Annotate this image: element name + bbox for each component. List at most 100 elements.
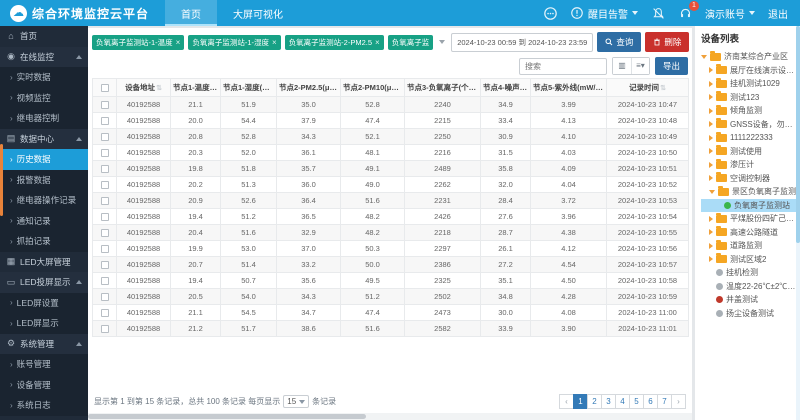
panel-scrollbar[interactable] [796, 26, 800, 420]
chevron-right-icon[interactable] [709, 243, 713, 249]
page-button[interactable]: 6 [643, 394, 658, 409]
tree-node[interactable]: 井盖测试 [701, 293, 798, 307]
column-header[interactable]: 节点4-噪声(dB)⇅ [481, 79, 531, 97]
tree-node[interactable]: 空调控制器 [701, 172, 798, 186]
tree-node[interactable]: 测试区域2 [701, 253, 798, 267]
tree-node[interactable]: 扬尘设备测试 [701, 307, 798, 321]
chevron-right-icon[interactable] [709, 175, 713, 181]
sidebar-item[interactable]: ▦LED大屏管理 [0, 252, 88, 273]
chevron-right-icon[interactable] [709, 229, 713, 235]
row-checkbox[interactable] [101, 309, 109, 317]
tree-node[interactable]: 负氧离子监测站 [701, 199, 798, 213]
row-checkbox[interactable] [101, 277, 109, 285]
sort-icon[interactable]: ⇅ [156, 85, 162, 92]
page-button[interactable]: 1 [573, 394, 588, 409]
tree-node[interactable]: 温度22-26℃±2℃湿度45 [701, 280, 798, 294]
tree-node[interactable]: 1111222333 [701, 131, 798, 145]
chevron-right-icon[interactable] [709, 135, 713, 141]
topbar-nav-item[interactable]: 首页 [165, 0, 217, 26]
tree-node[interactable]: GNSS设备，勿动勿改 [701, 118, 798, 132]
column-header[interactable]: 节点1-温度(℃)⇅ [171, 79, 221, 97]
sidebar-item[interactable]: ▭LED投屏显示 [0, 272, 88, 293]
sidebar-item[interactable]: ▤数据中心 [0, 129, 88, 150]
filter-tag[interactable]: 负氧离子监测站-1-湿度× [188, 35, 280, 50]
sidebar-item[interactable]: ›设备管理 [0, 375, 88, 396]
page-button[interactable]: 3 [601, 394, 616, 409]
message-icon[interactable] [543, 6, 557, 20]
column-header[interactable]: 设备地址⇅ [117, 79, 171, 97]
tree-node[interactable]: 挂机测试1029 [701, 77, 798, 91]
query-button[interactable]: 查询 [597, 32, 641, 52]
sidebar-item[interactable]: ›视频监控 [0, 88, 88, 109]
chevron-right-icon[interactable] [709, 67, 713, 73]
sidebar-item[interactable]: ◉在线监控 [0, 47, 88, 68]
chevron-right-icon[interactable] [709, 81, 713, 87]
tree-node[interactable]: 平煤股份四矿己15-3101( [701, 212, 798, 226]
sidebar-item[interactable]: ›账号管理 [0, 354, 88, 375]
sidebar-item[interactable]: ›LED屏设置 [0, 293, 88, 314]
row-checkbox[interactable] [101, 197, 109, 205]
remove-tag-icon[interactable]: × [272, 38, 277, 47]
row-checkbox[interactable] [101, 165, 109, 173]
filter-tag[interactable]: 负氧离子监测站-2-PM2.5× [285, 35, 384, 50]
sidebar-item[interactable]: ⌂首页 [0, 26, 88, 47]
sidebar-item[interactable]: ›继电器操作记录 [0, 190, 88, 211]
logout-button[interactable]: 退出 [768, 6, 788, 21]
headset-icon[interactable]: 1 [678, 6, 692, 20]
column-header[interactable]: 节点2-PM2.5(μg/m³)⇅ [277, 79, 341, 97]
row-checkbox[interactable] [101, 325, 109, 333]
page-button[interactable]: 4 [615, 394, 630, 409]
row-checkbox[interactable] [101, 181, 109, 189]
column-header[interactable]: 节点3-负氧离子(个/cm³)⇅ [405, 79, 481, 97]
sidebar-item[interactable]: ›报警数据 [0, 170, 88, 191]
chevron-right-icon[interactable] [709, 256, 713, 262]
sidebar-item[interactable]: ›LED屏显示 [0, 313, 88, 334]
sidebar-item[interactable]: ›抓拍记录 [0, 231, 88, 252]
search-input[interactable] [519, 58, 607, 75]
filter-tag[interactable]: 负氧离子监测站-1-温度× [92, 35, 184, 50]
row-checkbox[interactable] [101, 117, 109, 125]
alert-menu[interactable]: 醒目告警 [570, 6, 638, 21]
column-header[interactable]: 节点5-紫外线(mW/cm²)⇅ [531, 79, 607, 97]
sidebar-item[interactable]: ›继电器控制 [0, 108, 88, 129]
tree-node[interactable]: 测试123 [701, 91, 798, 105]
sort-icon[interactable]: ⇅ [660, 85, 666, 92]
account-menu[interactable]: 演示账号 [705, 6, 755, 21]
row-checkbox[interactable] [101, 149, 109, 157]
sidebar-item[interactable]: ›系统日志 [0, 395, 88, 416]
tree-node[interactable]: 济南某综合产业区 [701, 50, 798, 64]
row-checkbox[interactable] [101, 133, 109, 141]
sidebar-scrollbar[interactable] [0, 144, 3, 216]
page-button[interactable]: 7 [657, 394, 672, 409]
chevron-down-icon[interactable] [701, 55, 707, 59]
export-button[interactable]: 导出 [655, 57, 688, 75]
row-checkbox[interactable] [101, 293, 109, 301]
row-checkbox[interactable] [101, 213, 109, 221]
chevron-down-icon[interactable] [709, 190, 715, 194]
tags-dropdown-icon[interactable] [439, 40, 445, 44]
delete-button[interactable]: 删除 [645, 32, 689, 52]
date-range-input[interactable]: 2024-10-23 00:59 到 2024-10-23 23:59 [451, 33, 593, 52]
chevron-right-icon[interactable] [709, 216, 713, 222]
tree-node[interactable]: 景区负氧离子监测 [701, 185, 798, 199]
row-checkbox[interactable] [101, 261, 109, 269]
topbar-nav-item[interactable]: 大屏可视化 [217, 0, 299, 26]
row-checkbox[interactable] [101, 245, 109, 253]
columns-filter-icon[interactable]: ≡▾ [631, 58, 649, 74]
chevron-right-icon[interactable] [709, 121, 713, 127]
remove-tag-icon[interactable]: × [375, 38, 380, 47]
next-page-button[interactable]: › [671, 394, 686, 409]
sidebar-item[interactable]: ›实时数据 [0, 67, 88, 88]
tree-node[interactable]: 道路监测 [701, 239, 798, 253]
chevron-right-icon[interactable] [709, 108, 713, 114]
remove-tag-icon[interactable]: × [176, 38, 181, 47]
column-header[interactable]: 记录时间⇅ [607, 79, 689, 97]
chevron-right-icon[interactable] [709, 148, 713, 154]
chevron-right-icon[interactable] [709, 162, 713, 168]
mute-bell-icon[interactable] [651, 6, 665, 20]
sidebar-item[interactable]: ⚙系统管理 [0, 334, 88, 355]
tree-node[interactable]: 挂机检测 [701, 266, 798, 280]
select-all-checkbox[interactable] [101, 84, 109, 92]
toggle-view-icon[interactable]: ▥ [613, 58, 631, 74]
row-checkbox[interactable] [101, 229, 109, 237]
